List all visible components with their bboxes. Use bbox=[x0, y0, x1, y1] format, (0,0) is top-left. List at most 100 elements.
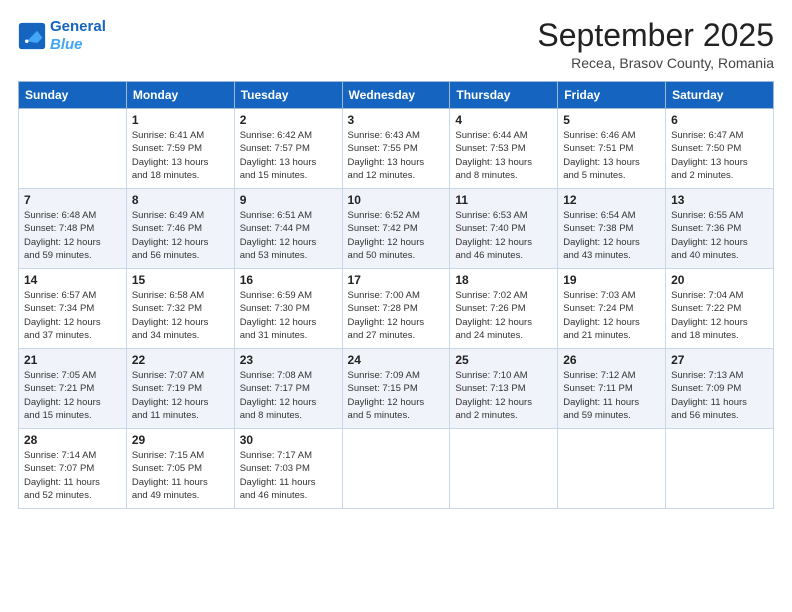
cell-text: Sunrise: 6:58 AMSunset: 7:32 PMDaylight:… bbox=[132, 289, 229, 342]
calendar-cell: 21 Sunrise: 7:05 AMSunset: 7:21 PMDayligh… bbox=[19, 349, 127, 429]
week-row-1: 1 Sunrise: 6:41 AMSunset: 7:59 PMDaylight… bbox=[19, 109, 774, 189]
day-number: 26 bbox=[563, 353, 660, 367]
day-number: 13 bbox=[671, 193, 768, 207]
cell-text: Sunrise: 6:48 AMSunset: 7:48 PMDaylight:… bbox=[24, 209, 121, 262]
day-number: 9 bbox=[240, 193, 337, 207]
weekday-header-wednesday: Wednesday bbox=[342, 82, 450, 109]
logo-line1: General bbox=[50, 18, 106, 35]
calendar-cell: 7 Sunrise: 6:48 AMSunset: 7:48 PMDaylight… bbox=[19, 189, 127, 269]
weekday-header-saturday: Saturday bbox=[666, 82, 774, 109]
day-number: 19 bbox=[563, 273, 660, 287]
calendar-cell: 23Sunrise: 7:08 AMSunset: 7:17 PMDayligh… bbox=[234, 349, 342, 429]
cell-text: Sunrise: 6:49 AMSunset: 7:46 PMDaylight:… bbox=[132, 209, 229, 262]
calendar-cell: 12Sunrise: 6:54 AMSunset: 7:38 PMDayligh… bbox=[558, 189, 666, 269]
calendar-cell: 3Sunrise: 6:43 AMSunset: 7:55 PMDaylight… bbox=[342, 109, 450, 189]
title-block: September 2025 Recea, Brasov County, Rom… bbox=[537, 18, 774, 71]
cell-text: Sunrise: 7:07 AMSunset: 7:19 PMDaylight:… bbox=[132, 369, 229, 422]
cell-text: Sunrise: 7:05 AMSunset: 7:21 PMDaylight:… bbox=[24, 369, 121, 422]
cell-text: Sunrise: 6:55 AMSunset: 7:36 PMDaylight:… bbox=[671, 209, 768, 262]
calendar-page: General Blue September 2025 Recea, Braso… bbox=[0, 0, 792, 612]
cell-text: Sunrise: 7:17 AMSunset: 7:03 PMDaylight:… bbox=[240, 449, 337, 502]
cell-text: Sunrise: 6:52 AMSunset: 7:42 PMDaylight:… bbox=[348, 209, 445, 262]
calendar-cell: 4 Sunrise: 6:44 AMSunset: 7:53 PMDaylight… bbox=[450, 109, 558, 189]
cell-text: Sunrise: 7:13 AMSunset: 7:09 PMDaylight:… bbox=[671, 369, 768, 422]
logo-icon bbox=[18, 22, 46, 50]
calendar-cell: 15 Sunrise: 6:58 AMSunset: 7:32 PMDayligh… bbox=[126, 269, 234, 349]
cell-text: Sunrise: 6:44 AMSunset: 7:53 PMDaylight:… bbox=[455, 129, 552, 182]
weekday-header-row: SundayMondayTuesdayWednesdayThursdayFrid… bbox=[19, 82, 774, 109]
cell-text: Sunrise: 7:03 AMSunset: 7:24 PMDaylight:… bbox=[563, 289, 660, 342]
cell-text: Sunrise: 6:57 AMSunset: 7:34 PMDaylight:… bbox=[24, 289, 121, 342]
calendar-cell: 2 Sunrise: 6:42 AMSunset: 7:57 PMDaylight… bbox=[234, 109, 342, 189]
day-number: 16 bbox=[240, 273, 337, 287]
day-number: 29 bbox=[132, 433, 229, 447]
header: General Blue September 2025 Recea, Braso… bbox=[18, 18, 774, 71]
weekday-header-thursday: Thursday bbox=[450, 82, 558, 109]
day-number: 21 bbox=[24, 353, 121, 367]
calendar-cell: 29Sunrise: 7:15 AMSunset: 7:05 PMDayligh… bbox=[126, 429, 234, 509]
calendar-cell: 5 Sunrise: 6:46 AMSunset: 7:51 PMDaylight… bbox=[558, 109, 666, 189]
cell-text: Sunrise: 7:04 AMSunset: 7:22 PMDaylight:… bbox=[671, 289, 768, 342]
calendar-cell: 28Sunrise: 7:14 AMSunset: 7:07 PMDayligh… bbox=[19, 429, 127, 509]
calendar-cell: 27 Sunrise: 7:13 AMSunset: 7:09 PMDayligh… bbox=[666, 349, 774, 429]
calendar-cell: 6Sunrise: 6:47 AMSunset: 7:50 PMDaylight… bbox=[666, 109, 774, 189]
week-row-5: 28Sunrise: 7:14 AMSunset: 7:07 PMDayligh… bbox=[19, 429, 774, 509]
calendar-cell: 16Sunrise: 6:59 AMSunset: 7:30 PMDayligh… bbox=[234, 269, 342, 349]
calendar-cell: 18 Sunrise: 7:02 AMSunset: 7:26 PMDayligh… bbox=[450, 269, 558, 349]
cell-text: Sunrise: 6:54 AMSunset: 7:38 PMDaylight:… bbox=[563, 209, 660, 262]
calendar-table: SundayMondayTuesdayWednesdayThursdayFrid… bbox=[18, 81, 774, 509]
cell-text: Sunrise: 7:00 AMSunset: 7:28 PMDaylight:… bbox=[348, 289, 445, 342]
calendar-cell: 9Sunrise: 6:51 AMSunset: 7:44 PMDaylight… bbox=[234, 189, 342, 269]
day-number: 6 bbox=[671, 113, 768, 127]
calendar-cell: 22 Sunrise: 7:07 AMSunset: 7:19 PMDayligh… bbox=[126, 349, 234, 429]
calendar-cell: 26 Sunrise: 7:12 AMSunset: 7:11 PMDayligh… bbox=[558, 349, 666, 429]
calendar-cell: 11 Sunrise: 6:53 AMSunset: 7:40 PMDayligh… bbox=[450, 189, 558, 269]
calendar-cell bbox=[450, 429, 558, 509]
day-number: 27 bbox=[671, 353, 768, 367]
week-row-4: 21 Sunrise: 7:05 AMSunset: 7:21 PMDayligh… bbox=[19, 349, 774, 429]
day-number: 5 bbox=[563, 113, 660, 127]
day-number: 11 bbox=[455, 193, 552, 207]
day-number: 30 bbox=[240, 433, 337, 447]
weekday-header-sunday: Sunday bbox=[19, 82, 127, 109]
logo: General Blue bbox=[18, 18, 106, 54]
day-number: 18 bbox=[455, 273, 552, 287]
location-title: Recea, Brasov County, Romania bbox=[537, 55, 774, 71]
day-number: 20 bbox=[671, 273, 768, 287]
calendar-cell bbox=[342, 429, 450, 509]
weekday-header-tuesday: Tuesday bbox=[234, 82, 342, 109]
day-number: 22 bbox=[132, 353, 229, 367]
cell-text: Sunrise: 7:02 AMSunset: 7:26 PMDaylight:… bbox=[455, 289, 552, 342]
day-number: 17 bbox=[348, 273, 445, 287]
calendar-cell: 13 Sunrise: 6:55 AMSunset: 7:36 PMDayligh… bbox=[666, 189, 774, 269]
day-number: 14 bbox=[24, 273, 121, 287]
month-title: September 2025 bbox=[537, 18, 774, 53]
calendar-cell: 10 Sunrise: 6:52 AMSunset: 7:42 PMDayligh… bbox=[342, 189, 450, 269]
calendar-cell bbox=[558, 429, 666, 509]
logo-text: General Blue bbox=[50, 18, 106, 54]
calendar-cell: 8 Sunrise: 6:49 AMSunset: 7:46 PMDaylight… bbox=[126, 189, 234, 269]
day-number: 28 bbox=[24, 433, 121, 447]
calendar-cell: 25Sunrise: 7:10 AMSunset: 7:13 PMDayligh… bbox=[450, 349, 558, 429]
calendar-cell: 19 Sunrise: 7:03 AMSunset: 7:24 PMDayligh… bbox=[558, 269, 666, 349]
day-number: 25 bbox=[455, 353, 552, 367]
week-row-2: 7 Sunrise: 6:48 AMSunset: 7:48 PMDaylight… bbox=[19, 189, 774, 269]
day-number: 4 bbox=[455, 113, 552, 127]
cell-text: Sunrise: 7:08 AMSunset: 7:17 PMDaylight:… bbox=[240, 369, 337, 422]
cell-text: Sunrise: 6:42 AMSunset: 7:57 PMDaylight:… bbox=[240, 129, 337, 182]
logo-line2: Blue bbox=[50, 36, 83, 53]
day-number: 3 bbox=[348, 113, 445, 127]
day-number: 8 bbox=[132, 193, 229, 207]
calendar-cell: 1 Sunrise: 6:41 AMSunset: 7:59 PMDaylight… bbox=[126, 109, 234, 189]
day-number: 15 bbox=[132, 273, 229, 287]
calendar-cell: 17 Sunrise: 7:00 AMSunset: 7:28 PMDayligh… bbox=[342, 269, 450, 349]
cell-text: Sunrise: 6:53 AMSunset: 7:40 PMDaylight:… bbox=[455, 209, 552, 262]
day-number: 1 bbox=[132, 113, 229, 127]
cell-text: Sunrise: 7:12 AMSunset: 7:11 PMDaylight:… bbox=[563, 369, 660, 422]
day-number: 7 bbox=[24, 193, 121, 207]
cell-text: Sunrise: 6:46 AMSunset: 7:51 PMDaylight:… bbox=[563, 129, 660, 182]
cell-text: Sunrise: 6:41 AMSunset: 7:59 PMDaylight:… bbox=[132, 129, 229, 182]
calendar-cell: 30 Sunrise: 7:17 AMSunset: 7:03 PMDayligh… bbox=[234, 429, 342, 509]
day-number: 10 bbox=[348, 193, 445, 207]
day-number: 2 bbox=[240, 113, 337, 127]
